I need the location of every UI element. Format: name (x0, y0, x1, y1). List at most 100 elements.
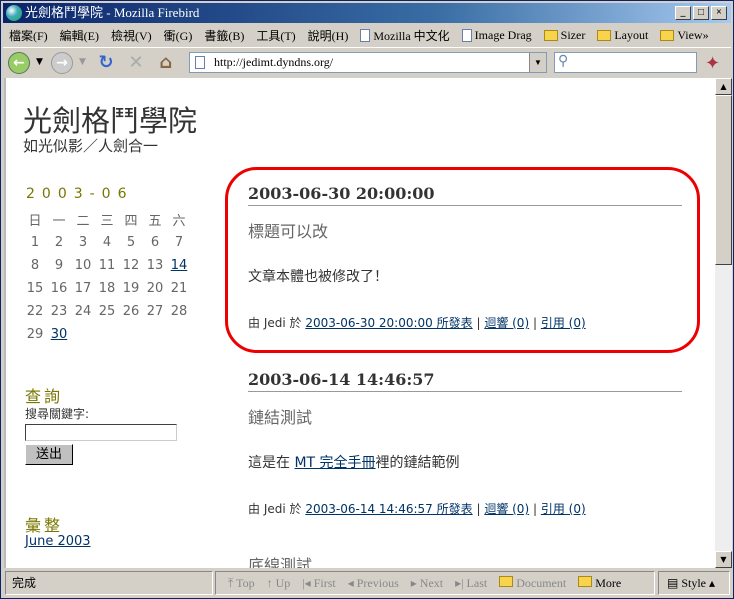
menu-bookmarks[interactable]: 書籤(B) (198, 27, 250, 44)
minimize-button[interactable]: _ (675, 6, 691, 20)
menu-help[interactable]: 說明(H) (302, 27, 355, 44)
calendar-day: 8 (30, 258, 40, 273)
archive-link-june-2003[interactable]: June 2003 (25, 534, 91, 549)
nav-up[interactable]: ↑ Up (267, 576, 291, 591)
calendar-day: 11 (98, 258, 116, 273)
bookmark-sizer[interactable]: Sizer (538, 28, 592, 43)
calendar-day: 10 (74, 258, 92, 273)
menu-view[interactable]: 檢視(V) (105, 27, 158, 44)
separator: | (532, 502, 538, 516)
calendar-week: 8 9 10 11 12 13 14 (23, 254, 191, 277)
nav-first[interactable]: |◂ First (302, 576, 335, 591)
menu-go[interactable]: 衝(G) (158, 27, 199, 44)
calendar-day: 2 (54, 235, 64, 250)
post-author: 由 Jedi 於 (248, 316, 302, 330)
reload-icon[interactable]: ↻ (95, 52, 117, 74)
search-submit-button[interactable]: 送出 (25, 444, 73, 465)
calendar-day (143, 323, 167, 346)
scroll-down-icon[interactable]: ▼ (715, 551, 732, 568)
weekday: 一 (52, 214, 66, 229)
weekday: 日 (28, 214, 42, 229)
nav-document[interactable]: Document (499, 575, 566, 591)
search-label: 搜尋關鍵字: (25, 407, 90, 421)
calendar-day[interactable]: 30 (47, 323, 71, 346)
calendar-day: 18 (98, 281, 116, 296)
menu-bar: 檔案(F) 編輯(E) 檢視(V) 衝(G) 書籤(B) 工具(T) 說明(H)… (3, 24, 731, 46)
status-text: 完成 (5, 571, 213, 595)
post-author: 由 Jedi 於 (248, 502, 302, 516)
search-input[interactable] (25, 424, 177, 441)
url-text: http://jedimt.dyndns.org/ (214, 55, 334, 69)
bookmark-view[interactable]: View» (654, 28, 714, 43)
mt-manual-link[interactable]: MT 完全手冊 (294, 455, 375, 471)
post-body: 這是在 MT 完全手冊裡的鏈結範例 (248, 452, 682, 472)
calendar-day: 25 (98, 304, 116, 319)
calendar-day[interactable]: 14 (167, 254, 191, 277)
calendar-week: 22 23 24 25 26 27 28 (23, 300, 191, 323)
scroll-up-icon[interactable]: ▲ (715, 78, 732, 95)
menu-edit[interactable]: 編輯(E) (54, 27, 105, 44)
scroll-thumb[interactable] (715, 95, 732, 265)
maximize-button[interactable]: □ (693, 6, 709, 20)
calendar-day-link[interactable]: 14 (171, 258, 188, 273)
nav-more[interactable]: More (578, 575, 621, 591)
style-button[interactable]: ▤ Style ▴ (658, 571, 730, 595)
title-bar: 光劍格鬥學院 - Mozilla Firebird _ □ × (3, 3, 731, 23)
post-permalink[interactable]: 2003-06-14 14:46:57 所發表 (305, 502, 472, 516)
calendar-week: 15 16 17 18 19 20 21 (23, 277, 191, 300)
vertical-scrollbar[interactable]: ▲ ▼ (715, 78, 732, 568)
calendar-day: 9 (54, 258, 64, 273)
nav-next[interactable]: ▸ Next (411, 576, 443, 591)
folder-icon (660, 29, 675, 41)
post-permalink[interactable]: 2003-06-30 20:00:00 所發表 (305, 316, 472, 330)
menu-file[interactable]: 檔案(F) (3, 27, 54, 44)
calendar-day: 19 (122, 281, 140, 296)
nav-top[interactable]: ⤒ Top (228, 576, 255, 591)
comments-link[interactable]: 迴響 (0) (484, 316, 529, 330)
bookmark-layout[interactable]: Layout (591, 28, 654, 43)
style-icon: ▤ (667, 576, 679, 590)
calendar-week: 29 30 (23, 323, 191, 346)
trackback-link[interactable]: 引用 (0) (541, 316, 586, 330)
forward-dropdown-icon[interactable]: ▼ (79, 57, 86, 67)
calendar-day (119, 323, 143, 346)
bookmark-mozilla-zh[interactable]: Mozilla 中文化 (354, 27, 455, 44)
home-icon[interactable]: ⌂ (155, 52, 177, 74)
url-dropdown-icon[interactable]: ▼ (529, 53, 546, 72)
url-bar[interactable]: http://jedimt.dyndns.org/ ▼ (189, 52, 547, 73)
calendar-day: 29 (26, 327, 44, 342)
calendar-day: 17 (74, 281, 92, 296)
search-box[interactable]: ⚲ (554, 52, 697, 73)
calendar-day-link[interactable]: 30 (51, 327, 68, 342)
calendar-day: 7 (174, 235, 184, 250)
magnifier-icon: ⚲ (558, 53, 569, 69)
weekday: 二 (76, 214, 90, 229)
close-button[interactable]: × (711, 6, 727, 20)
browser-window: 光劍格鬥學院 - Mozilla Firebird _ □ × 檔案(F) 編輯… (0, 0, 734, 599)
site-subtitle: 如光似影／人劍合一 (23, 137, 159, 155)
calendar-day: 6 (150, 235, 160, 250)
weekday: 六 (172, 214, 186, 229)
calendar-month: 2003-06 (26, 186, 134, 202)
bookmark-image-drag[interactable]: Image Drag (456, 28, 538, 43)
forward-arrow-icon[interactable]: → (51, 52, 73, 74)
separator: | (476, 502, 481, 516)
nav-last[interactable]: ▸| Last (455, 576, 487, 591)
nav-previous[interactable]: ◂ Previous (348, 576, 399, 591)
separator: | (476, 316, 481, 330)
page-content: 光劍格鬥學院 如光似影／人劍合一 2003-06 日一二三四五六12345678… (4, 78, 715, 568)
post-date: 2003-06-30 20:00:00 (248, 184, 682, 206)
calendar-day: 3 (78, 235, 88, 250)
trackback-link[interactable]: 引用 (0) (541, 502, 586, 516)
back-dropdown-icon[interactable]: ▼ (36, 57, 43, 67)
stop-icon[interactable]: ✕ (125, 52, 147, 74)
search-heading: 查詢 (25, 387, 64, 406)
comments-link[interactable]: 迴響 (0) (484, 502, 529, 516)
back-arrow-icon[interactable]: ← (8, 52, 30, 74)
menu-tools[interactable]: 工具(T) (250, 27, 301, 44)
folder-icon (578, 575, 593, 587)
throbber-icon: ✦ (705, 53, 721, 74)
weekday: 三 (100, 214, 114, 229)
body-text: 這是在 (248, 455, 295, 471)
body-text: 裡的鏈結範例 (375, 455, 460, 471)
